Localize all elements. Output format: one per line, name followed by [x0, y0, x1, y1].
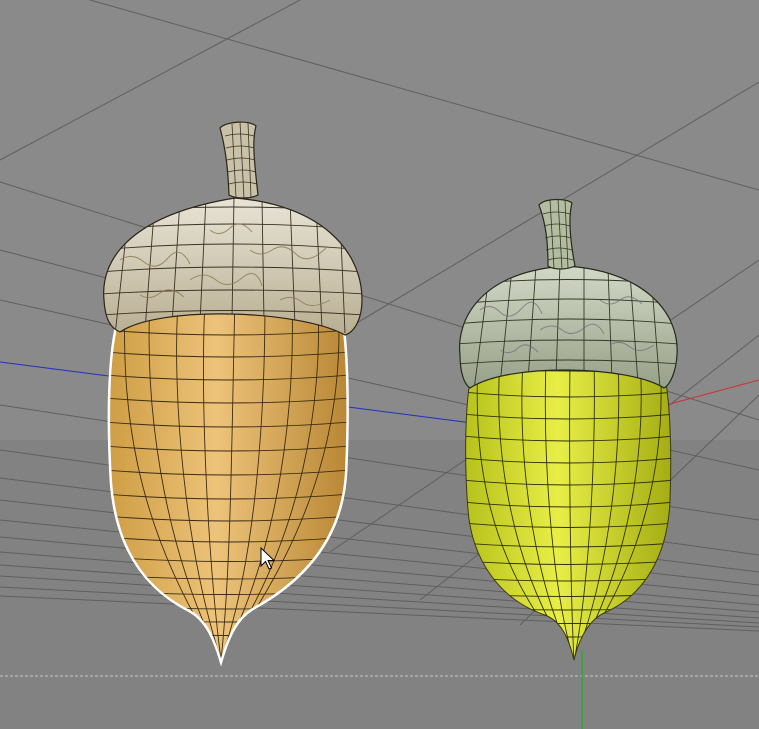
3d-viewport[interactable]	[0, 0, 759, 729]
